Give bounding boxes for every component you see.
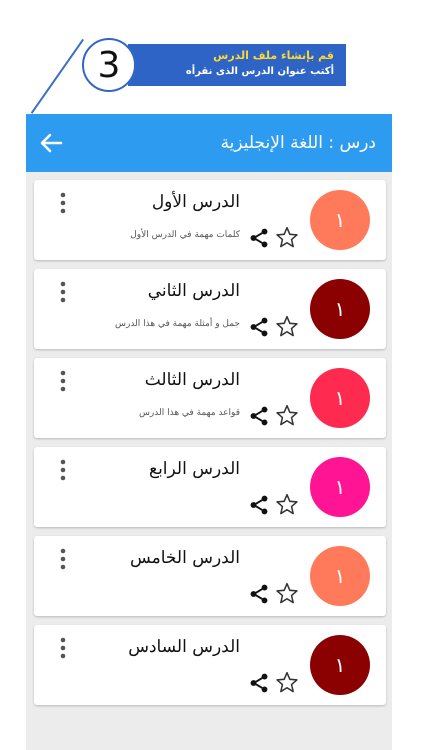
share-icon[interactable] <box>248 316 270 338</box>
star-outline-icon[interactable] <box>274 492 300 518</box>
promo-banner: قم بإنشاء ملف الدرس أكتب عنوان الدرس الذ… <box>0 0 422 114</box>
lesson-title: الدرس الخامس <box>129 548 240 568</box>
promo-subtitle: أكتب عنوان الدرس الذى نقرأه <box>185 66 334 77</box>
more-vert-icon[interactable] <box>58 281 68 303</box>
lesson-number-badge: ١ <box>310 190 370 250</box>
lesson-title: الدرس السادس <box>128 637 240 657</box>
star-outline-icon[interactable] <box>274 670 300 696</box>
lesson-title: الدرس الأول <box>151 192 240 212</box>
arrow-left-icon[interactable] <box>38 129 64 157</box>
promo-pointer-line <box>30 38 85 114</box>
lesson-card[interactable]: ١ الدرس الخامس <box>34 536 386 616</box>
lesson-number-badge: ١ <box>310 279 370 339</box>
page-title: درس : اللغة الإنجليزية <box>220 133 376 153</box>
lesson-card[interactable]: ١ الدرس الثاني جمل و أمثلة مهمة في هذا الد… <box>34 269 386 349</box>
more-vert-icon[interactable] <box>58 370 68 392</box>
share-icon[interactable] <box>248 227 270 249</box>
app-bar: درس : اللغة الإنجليزية <box>26 114 392 172</box>
lesson-card[interactable]: ١ الدرس الرابع <box>34 447 386 527</box>
star-outline-icon[interactable] <box>274 225 300 251</box>
lesson-subtitle: جمل و أمثلة مهمة في هذا الدرس <box>114 319 240 329</box>
star-outline-icon[interactable] <box>274 314 300 340</box>
lesson-title: الدرس الثاني <box>147 281 240 301</box>
lesson-title: الدرس الثالث <box>144 370 240 390</box>
more-vert-icon[interactable] <box>58 637 68 659</box>
share-icon[interactable] <box>248 583 270 605</box>
more-vert-icon[interactable] <box>58 459 68 481</box>
lesson-number-badge: ١ <box>310 635 370 695</box>
promo-title: قم بإنشاء ملف الدرس <box>213 49 334 62</box>
lesson-title: الدرس الرابع <box>149 459 240 479</box>
lesson-subtitle: كلمات مهمة في الدرس الأول <box>130 230 240 240</box>
lesson-number-badge: ١ <box>310 368 370 428</box>
share-icon[interactable] <box>248 494 270 516</box>
more-vert-icon[interactable] <box>58 548 68 570</box>
more-vert-icon[interactable] <box>58 192 68 214</box>
lesson-card[interactable]: ١ الدرس السادس <box>34 625 386 705</box>
app-screen: درس : اللغة الإنجليزية ١ الدرس الأول كلمات… <box>26 114 392 750</box>
lesson-number-badge: ١ <box>310 457 370 517</box>
lesson-card[interactable]: ١ الدرس الثالث قواعد مهمة في هذا الدرس <box>34 358 386 438</box>
share-icon[interactable] <box>248 405 270 427</box>
lesson-card[interactable]: ١ الدرس الأول كلمات مهمة في الدرس الأول <box>34 180 386 260</box>
lesson-subtitle: قواعد مهمة في هذا الدرس <box>138 408 240 418</box>
share-icon[interactable] <box>248 672 270 694</box>
star-outline-icon[interactable] <box>274 403 300 429</box>
promo-box: قم بإنشاء ملف الدرس أكتب عنوان الدرس الذ… <box>128 44 346 86</box>
star-outline-icon[interactable] <box>274 581 300 607</box>
lesson-number-badge: ١ <box>310 546 370 606</box>
step-number-badge: 3 <box>82 38 136 92</box>
